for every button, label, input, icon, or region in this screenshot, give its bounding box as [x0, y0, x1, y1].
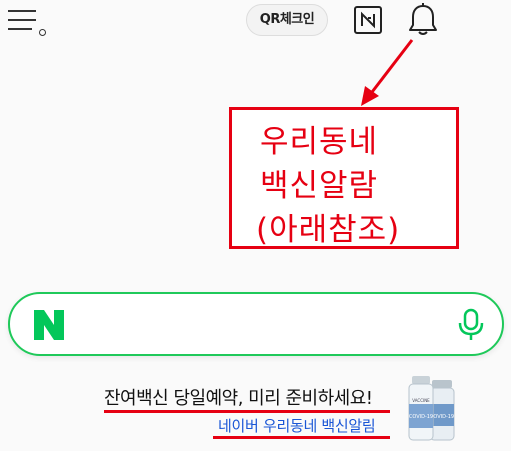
annotation-arrow	[361, 39, 414, 106]
menu-icon-bar	[8, 19, 36, 21]
annotation-box: 우리동네 백신알람 (아래참조)	[229, 107, 459, 249]
menu-button[interactable]	[8, 8, 48, 36]
vaccine-vials-image[interactable]: COVID-19 VACCINE COVID-19	[404, 374, 464, 444]
annotation-line: 우리동네	[260, 124, 379, 160]
search-input[interactable]	[80, 304, 454, 346]
menu-icon-bar	[8, 28, 32, 30]
menu-icon	[8, 10, 36, 12]
banner-link[interactable]: 네이버 우리동네 백신알림	[218, 415, 376, 436]
annotation-line: (아래참조)	[256, 212, 401, 248]
svg-text:COVID-19: COVID-19	[430, 414, 454, 420]
annotation-line: 백신알람	[260, 168, 379, 204]
microphone-icon[interactable]	[456, 308, 486, 342]
qr-checkin-button[interactable]: QR체크인	[246, 4, 328, 36]
naver-logo-icon	[34, 310, 64, 340]
notification-dot	[39, 29, 46, 36]
annotation-underline	[104, 410, 390, 413]
annotation-underline	[213, 436, 390, 439]
search-bar[interactable]	[8, 292, 504, 356]
svg-text:COVID-19: COVID-19	[409, 414, 433, 420]
banner-headline[interactable]: 잔여백신 당일예약, 미리 준비하세요!	[104, 384, 373, 410]
naver-n-icon[interactable]	[354, 6, 382, 34]
bell-icon[interactable]	[406, 2, 440, 38]
svg-text:VACCINE: VACCINE	[412, 398, 430, 403]
